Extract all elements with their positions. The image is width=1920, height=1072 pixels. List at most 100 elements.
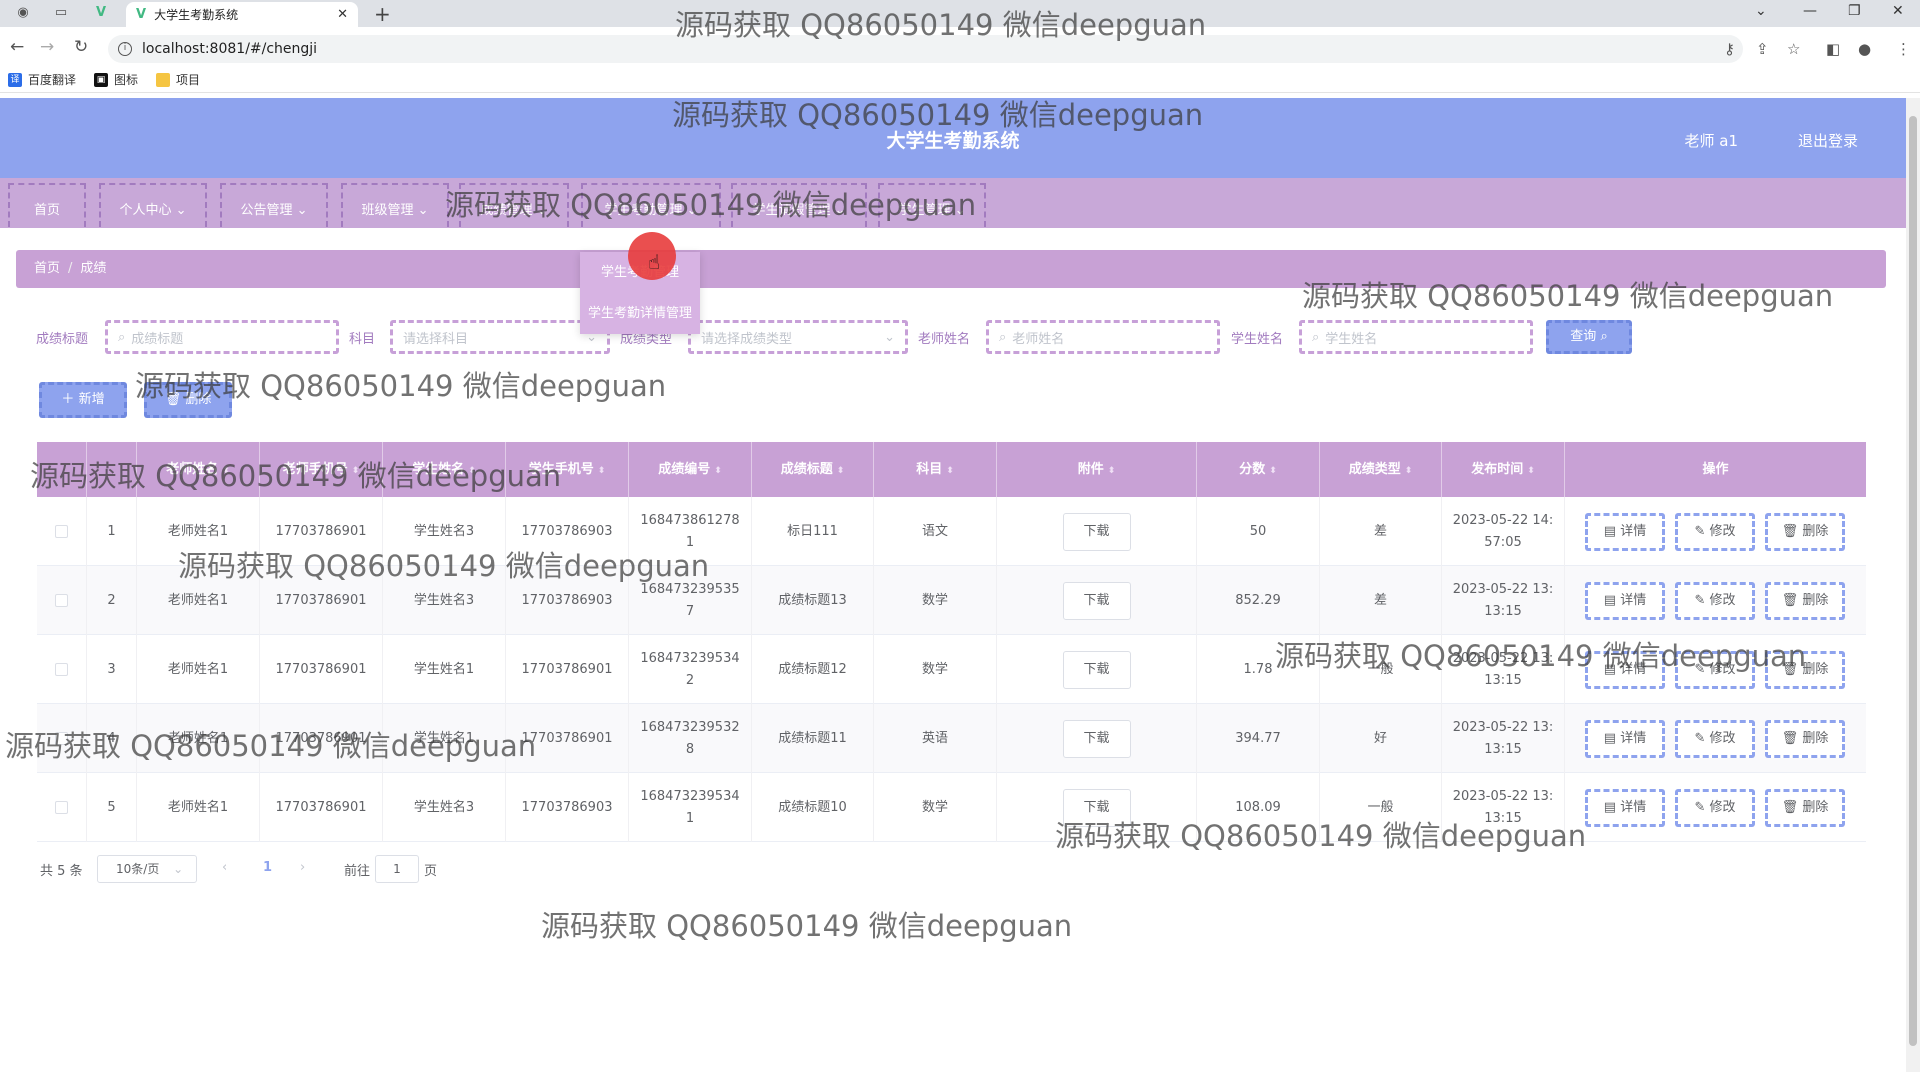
download-button[interactable]: 下载 bbox=[1062, 788, 1131, 827]
teacher-search-input[interactable]: ⌕ 老师姓名 bbox=[986, 320, 1220, 354]
header-teacher-phone[interactable]: 老师手机号 ⬍ bbox=[260, 442, 383, 497]
page-unit-label: 页 bbox=[424, 864, 438, 879]
site-info-icon[interactable]: i bbox=[118, 42, 132, 56]
header-type[interactable]: 成绩类型 ⬍ bbox=[1320, 442, 1442, 497]
profile-icon[interactable]: ● bbox=[1858, 40, 1871, 58]
delete-button[interactable]: 🗑 删除 bbox=[1765, 789, 1845, 827]
edit-button[interactable]: ✎ 修改 bbox=[1675, 513, 1755, 551]
bookmark-project[interactable]: 项目 bbox=[156, 71, 200, 88]
menu-notice[interactable]: 公告管理 ⌄ bbox=[220, 183, 328, 227]
header-teacher[interactable]: 老师姓名 ⬍ bbox=[137, 442, 260, 497]
row-checkbox[interactable] bbox=[37, 704, 87, 773]
row-select-checkbox[interactable] bbox=[55, 732, 68, 745]
logout-link[interactable]: 退出登录 bbox=[1798, 130, 1858, 151]
page-size-select[interactable]: 10条/页 ⌄ bbox=[97, 855, 197, 883]
query-button[interactable]: 查询 ⌕ bbox=[1546, 320, 1632, 354]
cell-student-phone: 17703786903 bbox=[506, 773, 629, 842]
header-select-all[interactable] bbox=[37, 442, 87, 497]
delete-button[interactable]: 🗑 删除 bbox=[1765, 513, 1845, 551]
menu-student[interactable]: 学生管理 ⌄ bbox=[878, 183, 986, 227]
row-select-checkbox[interactable] bbox=[55, 594, 68, 607]
reload-icon[interactable]: ↻ bbox=[74, 37, 88, 57]
tab-strip-icon[interactable]: ▭ bbox=[52, 4, 70, 22]
header-subject[interactable]: 科目 ⬍ bbox=[874, 442, 997, 497]
delete-button[interactable]: 🗑 删除 bbox=[1765, 651, 1845, 689]
detail-button[interactable]: ▤ 详情 bbox=[1585, 789, 1665, 827]
delete-button[interactable]: 🗑 删除 bbox=[1765, 582, 1845, 620]
breadcrumb-home[interactable]: 首页 bbox=[34, 261, 60, 276]
scrollbar-thumb[interactable] bbox=[1909, 116, 1917, 1046]
minimize-icon[interactable]: — bbox=[1803, 3, 1817, 19]
row-select-checkbox[interactable] bbox=[55, 525, 68, 538]
edit-button[interactable]: ✎ 修改 bbox=[1675, 789, 1755, 827]
chrome-menu-icon[interactable]: ◉ bbox=[14, 4, 32, 22]
bookmark-icons[interactable]: ▣ 图标 bbox=[94, 71, 138, 88]
row-checkbox[interactable] bbox=[37, 773, 87, 842]
key-icon[interactable]: ⚷ bbox=[1724, 40, 1735, 58]
add-button[interactable]: ＋ 新增 bbox=[39, 382, 127, 418]
close-window-icon[interactable]: ✕ bbox=[1892, 3, 1904, 19]
student-search-input[interactable]: ⌕ 学生姓名 bbox=[1299, 320, 1533, 354]
restore-icon[interactable]: ❐ bbox=[1848, 3, 1861, 19]
share-icon[interactable]: ⇪ bbox=[1756, 40, 1769, 58]
back-icon[interactable]: ← bbox=[10, 37, 24, 57]
browser-tab[interactable]: V 大学生考勤系统 ✕ bbox=[126, 2, 358, 27]
menu-score[interactable]: 成绩管理 ⌄ bbox=[459, 183, 569, 227]
page-scrollbar[interactable] bbox=[1906, 98, 1920, 1072]
side-panel-icon[interactable]: ◧ bbox=[1826, 40, 1840, 58]
row-checkbox[interactable] bbox=[37, 497, 87, 566]
subject-select[interactable]: 请选择科目 ⌄ bbox=[390, 320, 610, 354]
tab-search-icon[interactable]: ⌄ bbox=[1755, 3, 1767, 19]
hand-cursor-icon: ☝ bbox=[648, 250, 661, 274]
edit-button[interactable]: ✎ 修改 bbox=[1675, 720, 1755, 758]
cell-text: 学生姓名3 bbox=[413, 799, 475, 815]
detail-button[interactable]: ▤ 详情 bbox=[1585, 513, 1665, 551]
detail-button[interactable]: ▤ 详情 bbox=[1585, 720, 1665, 758]
row-select-checkbox[interactable] bbox=[55, 801, 68, 814]
header-score-title[interactable]: 成绩标题 ⬍ bbox=[752, 442, 874, 497]
menu-personal[interactable]: 个人中心 ⌄ bbox=[99, 183, 207, 227]
close-tab-icon[interactable]: ✕ bbox=[337, 7, 348, 22]
menu-attendance[interactable]: 学生考勤管理 ⌄ bbox=[581, 183, 721, 227]
address-input[interactable]: i localhost:8081/#/chengji bbox=[108, 35, 1743, 63]
detail-button[interactable]: ▤ 详情 bbox=[1585, 582, 1665, 620]
cell-time: 2023-05-22 14:57:05 bbox=[1442, 497, 1565, 566]
row-select-checkbox[interactable] bbox=[55, 663, 68, 676]
kebab-menu-icon[interactable]: ⋮ bbox=[1896, 40, 1911, 58]
header-student[interactable]: 学生姓名 ⬍ bbox=[383, 442, 506, 497]
download-button[interactable]: 下载 bbox=[1062, 512, 1131, 551]
menu-home[interactable]: 首页 bbox=[8, 183, 86, 227]
cell-student: 学生姓名1 bbox=[383, 635, 506, 704]
next-page-icon[interactable]: › bbox=[300, 860, 305, 875]
search-icon: ⌕ bbox=[1600, 329, 1608, 344]
header-time[interactable]: 发布时间 ⬍ bbox=[1442, 442, 1565, 497]
detail-button[interactable]: ▤ 详情 bbox=[1585, 651, 1665, 689]
page-number[interactable]: 1 bbox=[263, 860, 272, 875]
menu-class[interactable]: 班级管理 ⌄ bbox=[341, 183, 449, 227]
forward-icon[interactable]: → bbox=[40, 37, 54, 57]
download-button[interactable]: 下载 bbox=[1062, 650, 1131, 689]
bookmark-fanyi[interactable]: 译百度翻译 bbox=[8, 71, 76, 88]
download-button[interactable]: 下载 bbox=[1062, 581, 1131, 620]
delete-button[interactable]: 🗑 删除 bbox=[1765, 720, 1845, 758]
cell-text: 17703786903 bbox=[521, 523, 613, 539]
edit-button[interactable]: ✎ 修改 bbox=[1675, 651, 1755, 689]
prev-page-icon[interactable]: ‹ bbox=[222, 860, 227, 875]
star-icon[interactable]: ☆ bbox=[1787, 40, 1800, 58]
goto-page-input[interactable]: 1 bbox=[375, 855, 419, 883]
vue-icon[interactable]: V bbox=[92, 4, 110, 22]
row-checkbox[interactable] bbox=[37, 566, 87, 635]
new-tab-icon[interactable]: + bbox=[374, 2, 391, 26]
download-button[interactable]: 下载 bbox=[1062, 719, 1131, 758]
batch-delete-button[interactable]: 🗑 删除 bbox=[144, 382, 232, 418]
edit-button[interactable]: ✎ 修改 bbox=[1675, 582, 1755, 620]
title-search-input[interactable]: ⌕ 成绩标题 bbox=[105, 320, 339, 354]
header-student-phone[interactable]: 学生手机号 ⬍ bbox=[506, 442, 629, 497]
row-checkbox[interactable] bbox=[37, 635, 87, 704]
menu-leave[interactable]: 学生请假管理 ⌄ bbox=[731, 183, 867, 227]
header-score[interactable]: 分数 ⬍ bbox=[1197, 442, 1320, 497]
dropdown-item-attendance-detail[interactable]: 学生考勤详情管理 bbox=[580, 293, 700, 334]
type-select[interactable]: 请选择成绩类型 ⌄ bbox=[688, 320, 908, 354]
header-file[interactable]: 附件 ⬍ bbox=[997, 442, 1197, 497]
header-score-no[interactable]: 成绩编号 ⬍ bbox=[629, 442, 752, 497]
